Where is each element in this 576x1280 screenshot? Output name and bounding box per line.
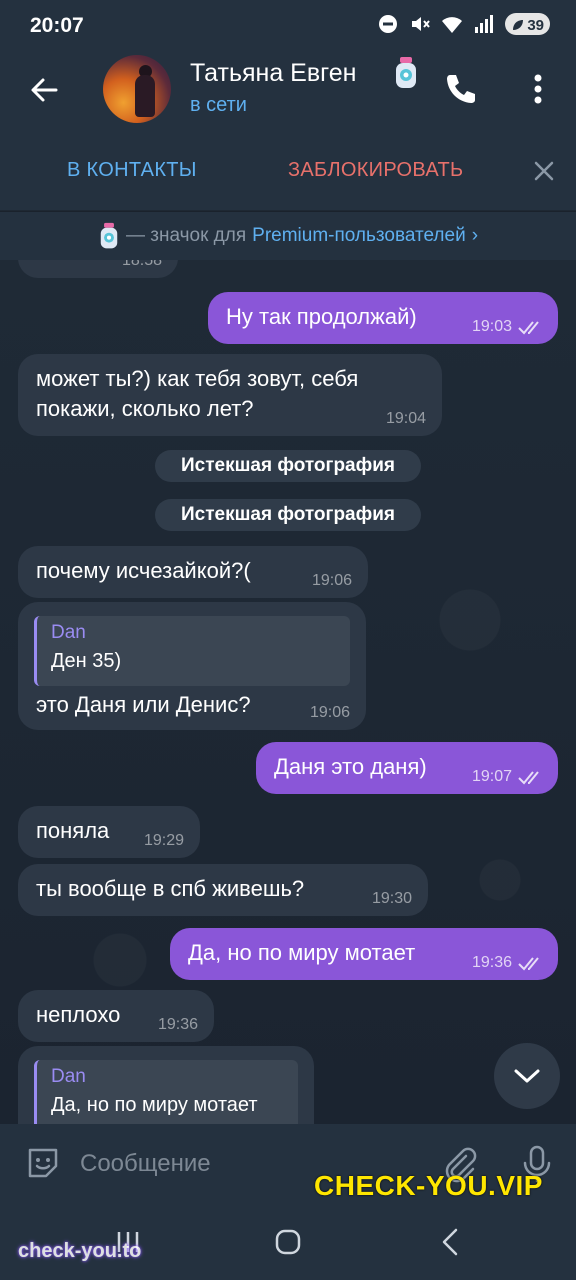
message-text: поняла — [36, 818, 110, 843]
message-time: 19:06 — [309, 704, 350, 721]
wifi-icon — [442, 17, 463, 33]
message-time: 19:07 — [471, 768, 512, 785]
battery-saver-icon — [513, 20, 524, 30]
message-incoming-reply[interactable]: Dan Ден 35) это Даня или Денис? 19:06 — [18, 602, 366, 730]
read-ticks-icon — [518, 771, 539, 785]
reply-text: Да, но по миру мотает — [51, 1094, 258, 1116]
message-text: это Даня или Денис? — [36, 692, 251, 717]
message-incoming[interactable]: неплохо 19:36 — [18, 990, 214, 1042]
chat-header: Татьяна Евген в сети — [0, 50, 576, 130]
message-time: 19:03 — [471, 318, 512, 335]
expired-photo-notice[interactable]: Истекшая фотография — [155, 450, 421, 482]
message-outgoing[interactable]: Да, но по миру мотает 19:36 — [170, 928, 558, 980]
dnd-icon — [379, 15, 398, 33]
message-time: 19:06 — [311, 572, 352, 589]
action-bar: В КОНТАКТЫ ЗАБЛОКИРОВАТЬ — [0, 130, 576, 210]
scroll-down-button[interactable] — [494, 1043, 560, 1109]
premium-note-text: — значок для — [125, 225, 247, 246]
close-icon[interactable] — [530, 157, 558, 185]
service-text: Истекшая фотография — [180, 455, 396, 476]
message-text: Да, но по миру мотает — [188, 940, 416, 965]
premium-link[interactable]: Premium-пользователей — [252, 225, 466, 247]
reply-quote[interactable]: Dan Ден 35) — [34, 616, 350, 686]
chevron-down-icon — [514, 1069, 540, 1083]
read-ticks-icon — [518, 957, 539, 971]
message-time: 19:29 — [143, 832, 184, 849]
message-text: неплохо — [36, 1002, 121, 1027]
message-incoming[interactable]: почему исчезайкой?( 19:06 — [18, 546, 368, 598]
status-time: 20:07 — [30, 14, 84, 37]
more-vertical-icon[interactable] — [522, 70, 554, 108]
watermark-small: check-you.to — [18, 1240, 142, 1262]
message-outgoing[interactable]: Ну так продолжай) 19:03 — [208, 292, 558, 344]
chat-area[interactable]: хахах 18:58 Ну так продолжай) 19:03 може… — [0, 260, 576, 1124]
reply-quote[interactable]: Dan Да, но по миру мотает — [34, 1060, 298, 1124]
avatar[interactable] — [103, 55, 171, 123]
nav-back-icon[interactable] — [438, 1226, 462, 1258]
message-incoming[interactable]: поняла 19:29 — [18, 806, 200, 858]
contact-name[interactable]: Татьяна Евген — [190, 59, 385, 88]
message-time: 19:30 — [371, 890, 412, 907]
sticker-emoji-icon[interactable] — [24, 1144, 62, 1182]
message-outgoing[interactable]: Даня это даня) 19:07 — [256, 742, 558, 794]
message-time: 19:36 — [157, 1016, 198, 1033]
read-ticks-icon — [518, 321, 539, 335]
signal-icon — [475, 15, 494, 33]
phone-icon[interactable] — [442, 70, 480, 108]
message-incoming[interactable]: ты вообще в спб живешь? 19:30 — [18, 864, 428, 916]
status-icons: 39 — [377, 13, 550, 35]
message-time: 19:36 — [471, 954, 512, 971]
premium-note[interactable]: — значок для Premium-пользователей › — [0, 211, 576, 260]
premium-badge-icon[interactable] — [393, 56, 419, 90]
add-contact-button[interactable]: В КОНТАКТЫ — [67, 159, 197, 182]
expired-photo-notice[interactable]: Истекшая фотография — [155, 499, 421, 531]
message-text: Ну так продолжай) — [226, 304, 417, 329]
message-incoming[interactable]: хахах 18:58 — [18, 260, 178, 278]
message-incoming-reply[interactable]: Dan Да, но по миру мотает — [18, 1046, 314, 1124]
chevron-right-icon: › — [471, 225, 479, 246]
system-nav-bar: check-you.to — [0, 1204, 576, 1280]
message-text: Даня это даня) — [274, 754, 427, 779]
message-text: почему исчезайкой?( — [36, 558, 251, 583]
message-text-line1: может ты?) как тебя зовут, себя — [36, 366, 359, 391]
message-time: 19:04 — [385, 410, 426, 427]
battery-indicator: 39 — [505, 13, 550, 35]
status-bar: 20:07 39 — [0, 0, 576, 50]
service-text: Истекшая фотография — [180, 504, 396, 525]
message-incoming[interactable]: может ты?) как тебя зовут, себя покажи, … — [18, 354, 442, 436]
block-button[interactable]: ЗАБЛОКИРОВАТЬ — [288, 159, 463, 182]
message-text: хахах — [36, 260, 93, 268]
home-icon[interactable] — [274, 1228, 302, 1256]
avatar-figure — [135, 75, 155, 117]
watermark-main: CHECK-YOU.VIP — [314, 1170, 543, 1201]
battery-level: 39 — [527, 16, 544, 34]
contact-status: в сети — [190, 94, 247, 116]
premium-badge-small-icon — [100, 222, 118, 249]
reply-text: Ден 35) — [51, 650, 122, 672]
message-text-line2: покажи, сколько лет? — [36, 396, 254, 421]
mute-icon — [412, 17, 431, 31]
reply-author: Dan — [51, 622, 86, 643]
message-text: ты вообще в спб живешь? — [36, 876, 305, 901]
message-time: 18:58 — [121, 260, 162, 269]
reply-author: Dan — [51, 1066, 86, 1087]
back-arrow-icon[interactable] — [26, 72, 62, 108]
